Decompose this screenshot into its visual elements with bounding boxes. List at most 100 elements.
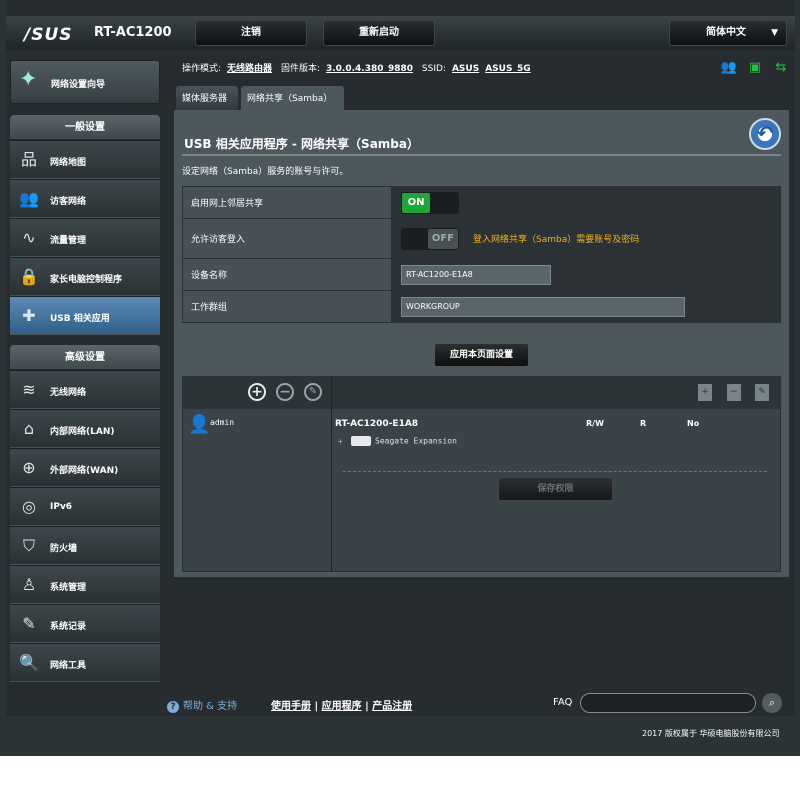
sidebar-item-parental[interactable]: 🔒 家长电脑控制程序 [10,257,160,296]
sidebar-item-label: USB 相关应用 [50,314,110,324]
add-folder-icon[interactable]: + [698,384,712,401]
sidebar-item-guest-network[interactable]: 👥 访客网络 [10,179,160,218]
ssid-5g-link[interactable]: ASUS_5G [485,64,530,74]
delete-folder-icon[interactable]: − [727,384,741,401]
question-icon: ? [167,701,179,713]
shield-icon: ⛉ [22,536,35,555]
perm-rw-header: R/W [586,419,604,428]
apps-link[interactable]: 应用程序 [322,701,362,712]
help-support-link[interactable]: ? 帮助 & 支持 [167,697,237,713]
guest-network-icon: 👥 [19,189,39,208]
toggle-state: ON [402,192,430,213]
disk-icon [351,436,371,446]
sidebar-item-network-map[interactable]: 品 网络地图 [10,140,160,179]
firmware-link[interactable]: 3.0.0.4.380_9880 [326,64,413,74]
back-arrow-icon[interactable]: ↶ [749,118,781,150]
device-name-input[interactable]: RT-AC1200-E1A8 [401,264,551,285]
edit-folder-icon[interactable]: ✎ [755,384,769,401]
save-permission-button[interactable]: 保存权限 [498,477,613,501]
status-icons: 👥 ▣ ⇆ [716,60,794,75]
admin-user-icon: ♙ [21,575,37,594]
copyright: 2017 版权属于 华硕电脑股份有限公司 [642,729,780,738]
sidebar-item-usb[interactable]: ✚ USB 相关应用 [10,296,160,335]
guest-login-label: 允许访客登入 [182,218,392,259]
sidebar-item-log[interactable]: ✎ 系统记录 [10,604,160,643]
workgroup-input[interactable]: WORKGROUP [401,296,685,317]
user-name: admin [210,418,235,427]
search-icon[interactable]: ⌕ [762,693,782,713]
wifi-icon: ≋ [22,380,36,399]
tab-media-server[interactable]: 媒体服务器 [176,86,238,110]
guest-login-hint: 登入网络共享（Samba）需要账号及密码 [473,235,640,245]
apply-button[interactable]: 应用本页面设置 [434,343,529,367]
add-user-icon[interactable]: + [248,383,266,401]
reboot-button[interactable]: 重新启动 [323,20,435,46]
footer-links: 使用手册 | 应用程序 | 产品注册 [271,701,413,712]
wan-globe-icon: ⊕ [22,458,36,477]
faq-label: FAQ [553,697,573,708]
page-title: USB 相关应用程序 - 网络共享（Samba） [184,137,419,151]
traffic-icon: ∿ [22,228,36,247]
internet-status-icon[interactable]: ▣ [742,60,768,75]
sidebar-item-wireless[interactable]: ≋ 无线网络 [10,370,160,409]
sidebar-item-label: 网络工具 [50,661,87,671]
toggle-state: OFF [428,228,458,249]
sidebar-item-label: 无线网络 [50,388,87,398]
operation-mode-link[interactable]: 无线路由器 [227,64,272,74]
parental-control-icon: 🔒 [19,267,39,286]
register-link[interactable]: 产品注册 [372,701,412,712]
ipv6-icon: ◎ [22,497,36,516]
sidebar-item-label: 内部网络(LAN) [50,427,115,437]
disk-name: Seagate Expansion [375,436,457,446]
user-item-admin[interactable]: 👤 admin [188,414,330,438]
asus-logo[interactable]: /SUS [24,25,73,45]
edit-user-icon[interactable]: ✎ [304,383,322,401]
expand-icon[interactable]: + [338,437,347,446]
divider [182,154,781,156]
manual-link[interactable]: 使用手册 [271,701,311,712]
share-divider [331,376,332,572]
logout-button[interactable]: 注销 [195,20,307,46]
sidebar-item-traffic[interactable]: ∿ 流量管理 [10,218,160,257]
language-value: 简体中文 [706,27,746,38]
workgroup-label: 工作群组 [182,290,392,323]
sidebar-item-lan[interactable]: ⌂ 内部网络(LAN) [10,409,160,448]
advanced-settings-header: 高级设置 [10,345,160,369]
sidebar-item-wan[interactable]: ⊕ 外部网络(WAN) [10,448,160,487]
ssid-2g-link[interactable]: ASUS [452,64,479,74]
user-avatar-icon: 👤 [188,414,211,435]
clients-icon[interactable]: 👥 [716,60,742,75]
sidebar-item-ipv6[interactable]: ◎ IPv6 [10,487,160,526]
network-map-icon: 品 [20,150,37,169]
status-bar: 操作模式: 无线路由器 固件版本: 3.0.0.4.380_9880 SSID: AS… [182,61,531,74]
sidebar-item-label: 访客网络 [50,197,87,207]
magic-wand-icon: ✦ [19,67,38,92]
sidebar-item-firewall[interactable]: ⛉ 防火墙 [10,526,160,565]
usb-status-icon[interactable]: ⇆ [768,60,794,75]
remove-user-icon[interactable]: − [276,383,294,401]
sidebar-item-label: 外部网络(WAN) [50,466,119,476]
page-description: 设定网络（Samba）服务的账号与许可。 [182,167,349,177]
sidebar-item-label: 家长电脑控制程序 [50,275,123,285]
sidebar-item-tools[interactable]: 🔍 网络工具 [10,643,160,682]
dashed-divider [343,471,767,472]
neighbor-share-label: 启用网上邻居共享 [182,186,392,219]
faq-search-input[interactable] [580,693,756,713]
network-wizard-button[interactable]: ✦ 网络设置向导 [10,60,160,104]
sidebar-item-label: IPv6 [50,502,73,512]
tools-icon: 🔍 [19,653,39,672]
share-device-name: RT-AC1200-E1A8 [335,419,419,429]
sidebar-item-label: 流量管理 [50,236,87,246]
disk-item[interactable]: + Seagate Expansion [338,436,457,446]
lan-home-icon: ⌂ [23,419,35,438]
device-name-label: 设备名称 [182,258,392,291]
sidebar-item-admin[interactable]: ♙ 系统管理 [10,565,160,604]
language-select[interactable]: 简体中文 ▼ [669,20,787,46]
firmware-label: 固件版本: [280,64,320,74]
tab-samba[interactable]: 网络共享（Samba） [241,86,344,110]
neighbor-share-toggle[interactable]: ON [401,191,459,214]
samba-settings-table: 启用网上邻居共享 ON 允许访客登入 OFF 登入网络共享（Samba）需要账号及… [182,186,781,323]
guest-login-toggle[interactable]: OFF [401,227,459,250]
help-label: 帮助 & 支持 [183,701,238,712]
chevron-down-icon: ▼ [771,28,778,38]
